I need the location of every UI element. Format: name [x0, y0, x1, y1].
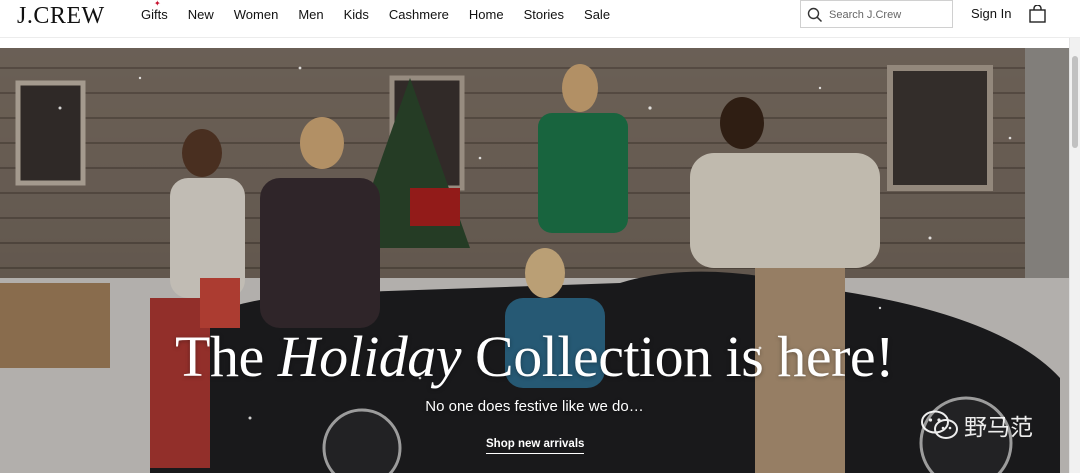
gift-star-icon: ✦ [154, 0, 161, 8]
nav-item-women[interactable]: Women [224, 0, 289, 30]
nav-item-sale[interactable]: Sale [574, 0, 620, 30]
hero-title-part1: The [175, 324, 278, 389]
hero-title-part2: Collection is here! [461, 324, 894, 389]
jcrew-logo[interactable]: J.CREW [17, 3, 105, 30]
nav-item-label: Kids [343, 7, 369, 22]
nav-item-men[interactable]: Men [288, 0, 333, 30]
main-nav: ✦ Gifts New Women Men Kids Cashmere Home… [131, 0, 620, 30]
search-icon [807, 7, 823, 23]
search-input[interactable] [829, 6, 947, 23]
search-box[interactable] [800, 0, 953, 28]
nav-item-cashmere[interactable]: Cashmere [379, 0, 459, 30]
nav-item-label: Gifts [141, 7, 168, 22]
nav-item-label: Home [468, 7, 504, 22]
hero-title-italic: Holiday [277, 324, 462, 389]
nav-item-stories[interactable]: Stories [514, 0, 574, 30]
nav-item-home[interactable]: Home [459, 0, 514, 30]
shop-new-arrivals-link[interactable]: Shop new arrivals [486, 438, 585, 454]
page-scrollbar[interactable] [1069, 38, 1080, 473]
site-header: J.CREW ✦ Gifts New Women Men Kids Cashme… [0, 0, 1080, 38]
nav-item-kids[interactable]: Kids [334, 0, 379, 30]
nav-item-label: Women [233, 7, 279, 22]
nav-item-label: Men [298, 7, 324, 22]
nav-item-label: Cashmere [388, 7, 449, 22]
watermark-text: 野马范 [964, 415, 1033, 441]
sign-in-link[interactable]: Sign In [971, 6, 1011, 21]
nav-item-new[interactable]: New [178, 0, 224, 30]
scrollbar-thumb[interactable] [1072, 56, 1078, 148]
hero-headline: The Holiday Collection is here! [0, 323, 1069, 390]
nav-item-label: Sale [584, 7, 611, 22]
nav-item-label: New [187, 7, 214, 22]
wechat-icon [921, 410, 958, 439]
nav-item-gifts[interactable]: ✦ Gifts [131, 0, 178, 30]
shopping-bag-icon[interactable] [1029, 5, 1046, 23]
watermark: 野马范 [920, 408, 1033, 442]
hero-subtitle: No one does festive like we do… [425, 398, 644, 415]
hero-banner[interactable]: The Holiday Collection is here! No one d… [0, 48, 1069, 473]
nav-item-label: Stories [523, 7, 565, 22]
